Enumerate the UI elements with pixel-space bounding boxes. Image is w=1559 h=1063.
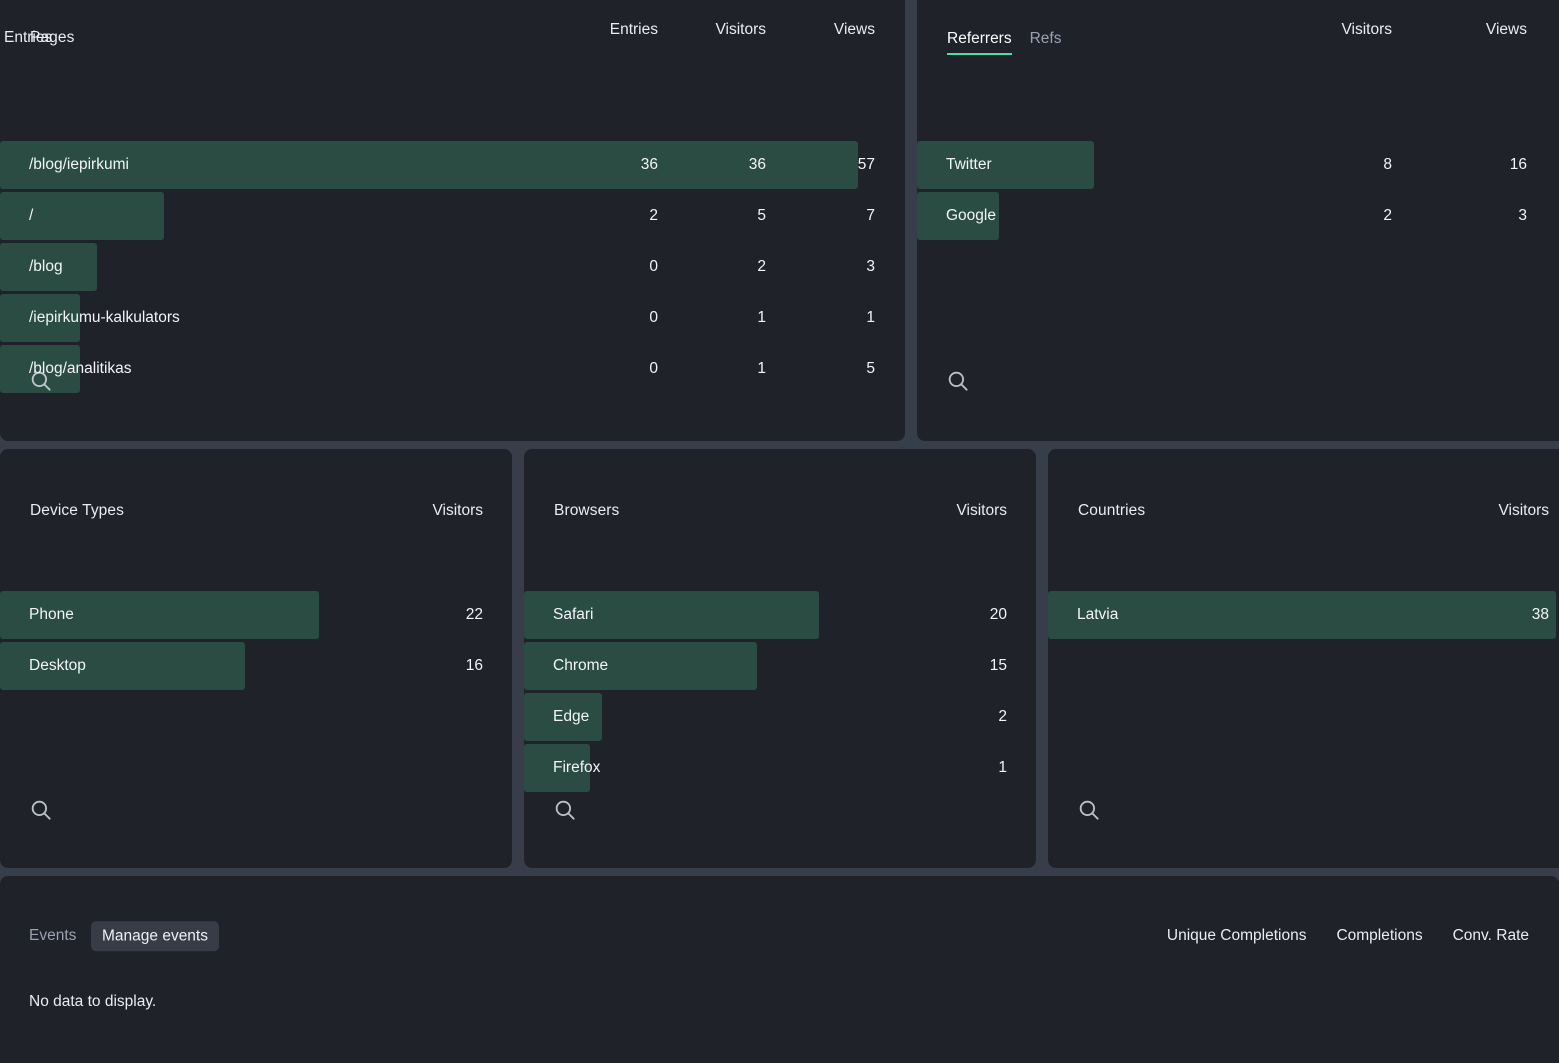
device-types-panel-header: Device Types Visitors	[0, 449, 512, 519]
row-visitors: 38	[1531, 606, 1549, 623]
column-header-views-label: Views	[833, 21, 875, 38]
row-bar	[917, 141, 1094, 189]
table-row[interactable]: Google 2 3	[917, 191, 1559, 241]
metric-completions: Completions	[1336, 927, 1423, 944]
table-row[interactable]: Desktop 16	[0, 641, 512, 691]
table-row[interactable]: / 2 5 7	[0, 191, 905, 241]
row-bar	[0, 192, 164, 240]
browsers-title: Browsers	[554, 502, 620, 519]
row-label: Edge	[553, 708, 590, 725]
analytics-dashboard: Pages Entries Entries Visitors Views /bl…	[0, 0, 1559, 1063]
row-entries: 0	[649, 360, 658, 377]
table-row[interactable]: Latvia 38	[1048, 590, 1559, 640]
row-views: 5	[866, 360, 875, 377]
row-visitors: 1	[757, 360, 766, 377]
search-icon[interactable]	[552, 797, 578, 823]
table-row[interactable]: Twitter 8 16	[917, 140, 1559, 190]
row-label: /iepirkumu-kalkulators	[29, 309, 180, 326]
row-views: 3	[1518, 207, 1527, 224]
column-header-visitors-label: Visitors	[1498, 502, 1549, 519]
row-visitors: 1	[998, 759, 1007, 776]
row-label: Desktop	[29, 657, 86, 674]
row-entries: 36	[640, 156, 658, 173]
events-panel: Events Manage events Unique Completions …	[0, 876, 1559, 1063]
row-visitors: 22	[465, 606, 483, 623]
row-label: /blog/analitikas	[29, 360, 132, 377]
tab-referrers[interactable]: Referrers	[947, 30, 1012, 55]
row-views: 57	[857, 156, 875, 173]
referrers-panel-header: Referrers Refs Visitors Views	[917, 0, 1559, 62]
column-header-visitors-label: Visitors	[432, 502, 483, 519]
row-entries: 0	[649, 309, 658, 326]
events-label: Events	[29, 927, 77, 944]
countries-panel-header: Countries Visitors	[1048, 449, 1559, 519]
row-label: /blog	[29, 258, 63, 275]
row-visitors: 36	[748, 156, 766, 173]
row-visitors: 15	[989, 657, 1007, 674]
table-row[interactable]: /blog/analitikas 0 1 5	[0, 344, 905, 394]
row-visitors: 2	[757, 258, 766, 275]
row-visitors: 20	[989, 606, 1007, 623]
table-row[interactable]: Phone 22	[0, 590, 512, 640]
row-label: Chrome	[553, 657, 609, 674]
row-visitors: 16	[465, 657, 483, 674]
countries-rows: Latvia 38	[1048, 590, 1559, 640]
pages-panel: Pages Entries Entries Visitors Views /bl…	[0, 0, 905, 441]
row-views: 7	[866, 207, 875, 224]
events-metric-headers: Unique Completions Completions Conv. Rat…	[1167, 927, 1529, 945]
row-views: 1	[866, 309, 875, 326]
tab-refs[interactable]: Refs	[1030, 30, 1062, 53]
row-views: 16	[1509, 156, 1527, 173]
referrers-panel: Referrers Refs Visitors Views Twitter 8 …	[917, 0, 1559, 441]
row-visitors: 5	[757, 207, 766, 224]
row-views: 3	[866, 258, 875, 275]
table-row[interactable]: Firefox 1	[524, 743, 1036, 793]
row-label: Firefox	[553, 759, 601, 776]
referrers-rows: Twitter 8 16 Google 2 3	[917, 140, 1559, 241]
column-header-visitors-label: Visitors	[956, 502, 1007, 519]
table-row[interactable]: Chrome 15	[524, 641, 1036, 691]
search-icon[interactable]	[945, 368, 971, 394]
row-visitors: 1	[757, 309, 766, 326]
events-empty-message: No data to display.	[29, 993, 157, 1010]
table-row[interactable]: Safari 20	[524, 590, 1036, 640]
search-icon[interactable]	[28, 797, 54, 823]
manage-events-button[interactable]: Manage events	[91, 921, 219, 951]
device-types-panel: Device Types Visitors Phone 22 Desktop 1…	[0, 449, 512, 868]
browsers-rows: Safari 20 Chrome 15 Edge 2 Firefox 1	[524, 590, 1036, 793]
browsers-panel: Browsers Visitors Safari 20 Chrome 15 Ed…	[524, 449, 1036, 868]
row-label: Google	[946, 207, 996, 224]
row-label: /blog/iepirkumi	[29, 156, 129, 173]
metric-conv-rate: Conv. Rate	[1452, 927, 1529, 944]
column-header-entries-label: Entries	[609, 21, 658, 38]
table-row[interactable]: /blog 0 2 3	[0, 242, 905, 292]
column-header-views-label: Views	[1485, 21, 1527, 38]
row-label: Phone	[29, 606, 74, 623]
row-label: Latvia	[1077, 606, 1119, 623]
referrers-tabs: Referrers Refs	[947, 30, 1061, 55]
search-icon[interactable]	[1076, 797, 1102, 823]
table-row[interactable]: Edge 2	[524, 692, 1036, 742]
row-visitors: 2	[998, 708, 1007, 725]
metric-unique-completions: Unique Completions	[1166, 927, 1307, 944]
countries-panel: Countries Visitors Latvia 38	[1048, 449, 1559, 868]
row-label: /	[29, 207, 34, 224]
countries-title: Countries	[1078, 502, 1146, 519]
events-header: Events Manage events Unique Completions …	[0, 920, 1559, 952]
device-types-title: Device Types	[30, 502, 124, 519]
browsers-panel-header: Browsers Visitors	[524, 449, 1036, 519]
table-row[interactable]: /iepirkumu-kalkulators 0 1 1	[0, 293, 905, 343]
pages-rows: /blog/iepirkumi 36 36 57 / 2 5 7 /blog 0…	[0, 140, 905, 394]
table-row[interactable]: /blog/iepirkumi 36 36 57	[0, 140, 905, 190]
device-types-rows: Phone 22 Desktop 16	[0, 590, 512, 691]
row-label: Safari	[553, 606, 594, 623]
row-label: Twitter	[946, 156, 992, 173]
row-entries: 2	[649, 207, 658, 224]
column-header-visitors-label: Visitors	[715, 21, 766, 38]
row-entries: 0	[649, 258, 658, 275]
